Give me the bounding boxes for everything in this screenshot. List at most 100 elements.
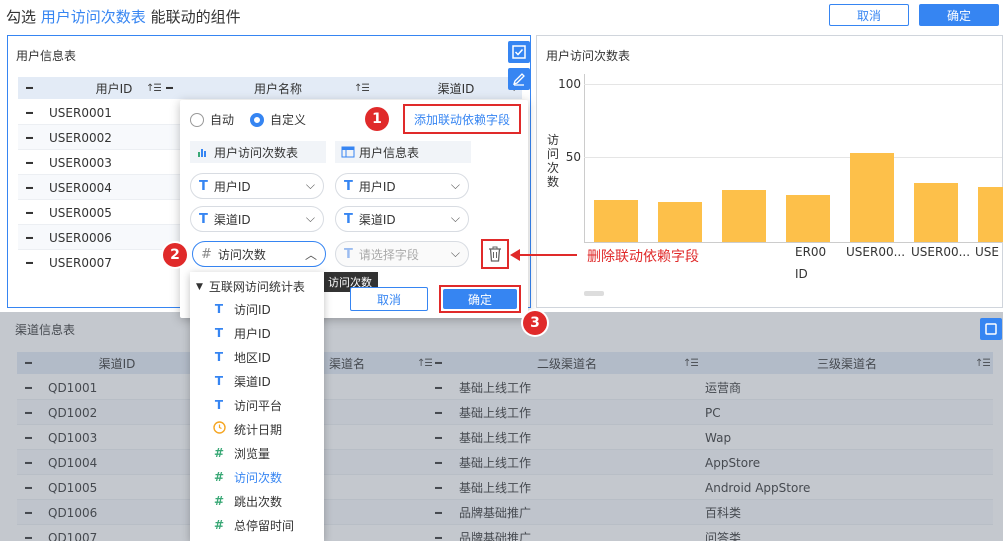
- mode-radio-group: 自动 自定义: [190, 111, 306, 128]
- chart-panel[interactable]: 用户访问次数表 访 问 次 数 100 50 ER00 USER00... US…: [536, 35, 1003, 308]
- chevron-down-icon: ⌵: [450, 246, 460, 260]
- chart-title: 用户访问次数表: [546, 49, 631, 63]
- text-field-icon: T: [214, 350, 224, 364]
- target-field-select[interactable]: T 请选择字段 ⌵: [335, 241, 469, 267]
- target-field-placeholder: 请选择字段: [358, 247, 419, 262]
- number-field-icon: #: [213, 446, 225, 460]
- bar-USER0006[interactable]: [914, 183, 958, 242]
- bar-USER0005[interactable]: [850, 153, 894, 242]
- cell-user-id: USER0002: [49, 130, 112, 145]
- title-suffix: 能联动的组件: [150, 8, 241, 26]
- source-component-chip: 用户访问次数表: [190, 141, 326, 163]
- popup-confirm-button[interactable]: 确定: [443, 289, 517, 309]
- dropdown-item[interactable]: T 用户ID: [190, 321, 324, 345]
- user-table-header: ━ 用户ID ↑☰ ━ 用户名称 ↑☰ 渠道ID ↑: [18, 77, 522, 99]
- text-field-icon: T: [214, 326, 224, 340]
- annotation-arrow-line: [515, 254, 577, 256]
- text-field-icon: T: [214, 374, 224, 388]
- x-tick-label: ER00: [795, 245, 827, 259]
- target-field-select[interactable]: T 渠道ID ⌵: [335, 206, 469, 232]
- top-bar: 勾选 用户访问次数表 能联动的组件 取消 确定: [0, 0, 1003, 32]
- annotation-badge-1: 1: [365, 107, 389, 131]
- select-checkbox[interactable]: [508, 41, 530, 63]
- checkbox-checked-icon: [512, 45, 526, 59]
- bar-USER0002[interactable]: [658, 202, 702, 242]
- radio-auto-label[interactable]: 自动: [210, 111, 234, 128]
- x-tick-label: USE: [975, 245, 999, 259]
- dropdown-item-selected[interactable]: # 访问次数: [190, 465, 324, 489]
- x-tick-label: USER00...: [911, 245, 971, 259]
- collapse-toggle[interactable]: ━: [26, 77, 33, 99]
- dropdown-item[interactable]: T 访问平台: [190, 393, 324, 417]
- sort-icon[interactable]: ↑☰: [146, 77, 161, 99]
- dropdown-item[interactable]: 统计日期: [190, 417, 324, 441]
- target-field-value: 渠道ID: [358, 212, 396, 227]
- source-field-select-active[interactable]: # 访问次数 ︿: [192, 241, 326, 267]
- radio-custom-label[interactable]: 自定义: [270, 111, 306, 128]
- dropdown-group-label: 互联网访问统计表: [208, 280, 305, 294]
- text-field-icon: T: [199, 211, 208, 227]
- bar-USER0007[interactable]: [978, 187, 1003, 242]
- dropdown-item[interactable]: # 跳出次数: [190, 489, 324, 513]
- cell-user-id: USER0006: [49, 230, 112, 245]
- source-field-value: 渠道ID: [213, 212, 251, 227]
- add-dependency-field-link[interactable]: 添加联动依赖字段: [403, 104, 521, 134]
- dropdown-item[interactable]: T 访问ID: [190, 297, 324, 321]
- dropdown-group-header[interactable]: ▼ 互联网访问统计表: [196, 278, 305, 295]
- dropdown-item[interactable]: T 渠道ID: [190, 369, 324, 393]
- column-header-user-id[interactable]: 用户ID: [74, 77, 154, 99]
- dropdown-item[interactable]: T 地区ID: [190, 345, 324, 369]
- source-field-select[interactable]: T 渠道ID ⌵: [190, 206, 324, 232]
- bar-series: [584, 74, 1003, 242]
- radio-auto[interactable]: [190, 112, 204, 127]
- cancel-button[interactable]: 取消: [829, 4, 909, 26]
- y-tick-50: 50: [565, 150, 581, 164]
- popup-cancel-button[interactable]: 取消: [350, 287, 428, 311]
- chevron-down-icon: ⌵: [450, 178, 460, 192]
- number-field-icon: #: [213, 518, 225, 532]
- field-dropdown-list[interactable]: ▼ 互联网访问统计表 T 访问ID T 用户ID T 地区ID T 渠道ID T 访问平台…: [190, 272, 324, 541]
- x-axis-line: [584, 242, 1002, 243]
- number-field-icon: #: [201, 246, 212, 262]
- source-field-select[interactable]: T 用户ID ⌵: [190, 173, 324, 199]
- edit-linkage-button[interactable]: [508, 68, 530, 90]
- annotation-badge-3: 3: [523, 311, 547, 335]
- bar-USER0004[interactable]: [786, 195, 830, 242]
- text-field-icon: T: [214, 398, 224, 412]
- x-tick-label: USER00...: [846, 245, 906, 259]
- delete-dependency-field-button[interactable]: [481, 239, 509, 269]
- column-header-user-name[interactable]: 用户名称: [238, 77, 318, 99]
- table-icon: [341, 146, 355, 158]
- source-field-value: 访问次数: [217, 247, 266, 262]
- chart-scrollbar[interactable]: [584, 291, 604, 296]
- column-header-channel-id[interactable]: 渠道ID: [426, 77, 486, 99]
- collapse-toggle[interactable]: ━: [166, 77, 173, 99]
- sort-icon[interactable]: ↑☰: [354, 77, 369, 99]
- title-highlight: 用户访问次数表: [40, 8, 146, 26]
- chevron-up-icon: ︿: [304, 248, 317, 262]
- text-field-icon: T: [344, 211, 353, 227]
- text-field-icon: T: [199, 178, 208, 194]
- y-tick-100: 100: [558, 77, 581, 91]
- source-component-label: 用户访问次数表: [214, 145, 299, 160]
- bar-USER0001[interactable]: [594, 200, 638, 242]
- ylabel-char: 数: [547, 175, 560, 189]
- dropdown-item[interactable]: # 总停留时间: [190, 513, 324, 537]
- confirm-button[interactable]: 确定: [919, 4, 999, 26]
- dropdown-item[interactable]: # 浏览量: [190, 441, 324, 465]
- chevron-down-icon: ⌵: [450, 211, 460, 225]
- page-title: 勾选 用户访问次数表 能联动的组件: [6, 6, 241, 27]
- bar-USER0003[interactable]: [722, 190, 766, 242]
- select-checkbox[interactable]: [980, 318, 1002, 340]
- cell-user-id: USER0001: [49, 105, 112, 120]
- target-component-label: 用户信息表: [359, 145, 420, 160]
- title-prefix: 勾选: [6, 8, 37, 26]
- text-field-icon: T: [214, 302, 224, 316]
- target-field-select[interactable]: T 用户ID ⌵: [335, 173, 469, 199]
- caret-down-icon: ▼: [196, 281, 203, 292]
- source-field-value: 用户ID: [213, 179, 251, 194]
- trash-icon: [489, 246, 501, 262]
- dim-overlay: [0, 312, 1003, 541]
- radio-custom[interactable]: [250, 112, 265, 127]
- cell-user-id: USER0005: [49, 205, 112, 220]
